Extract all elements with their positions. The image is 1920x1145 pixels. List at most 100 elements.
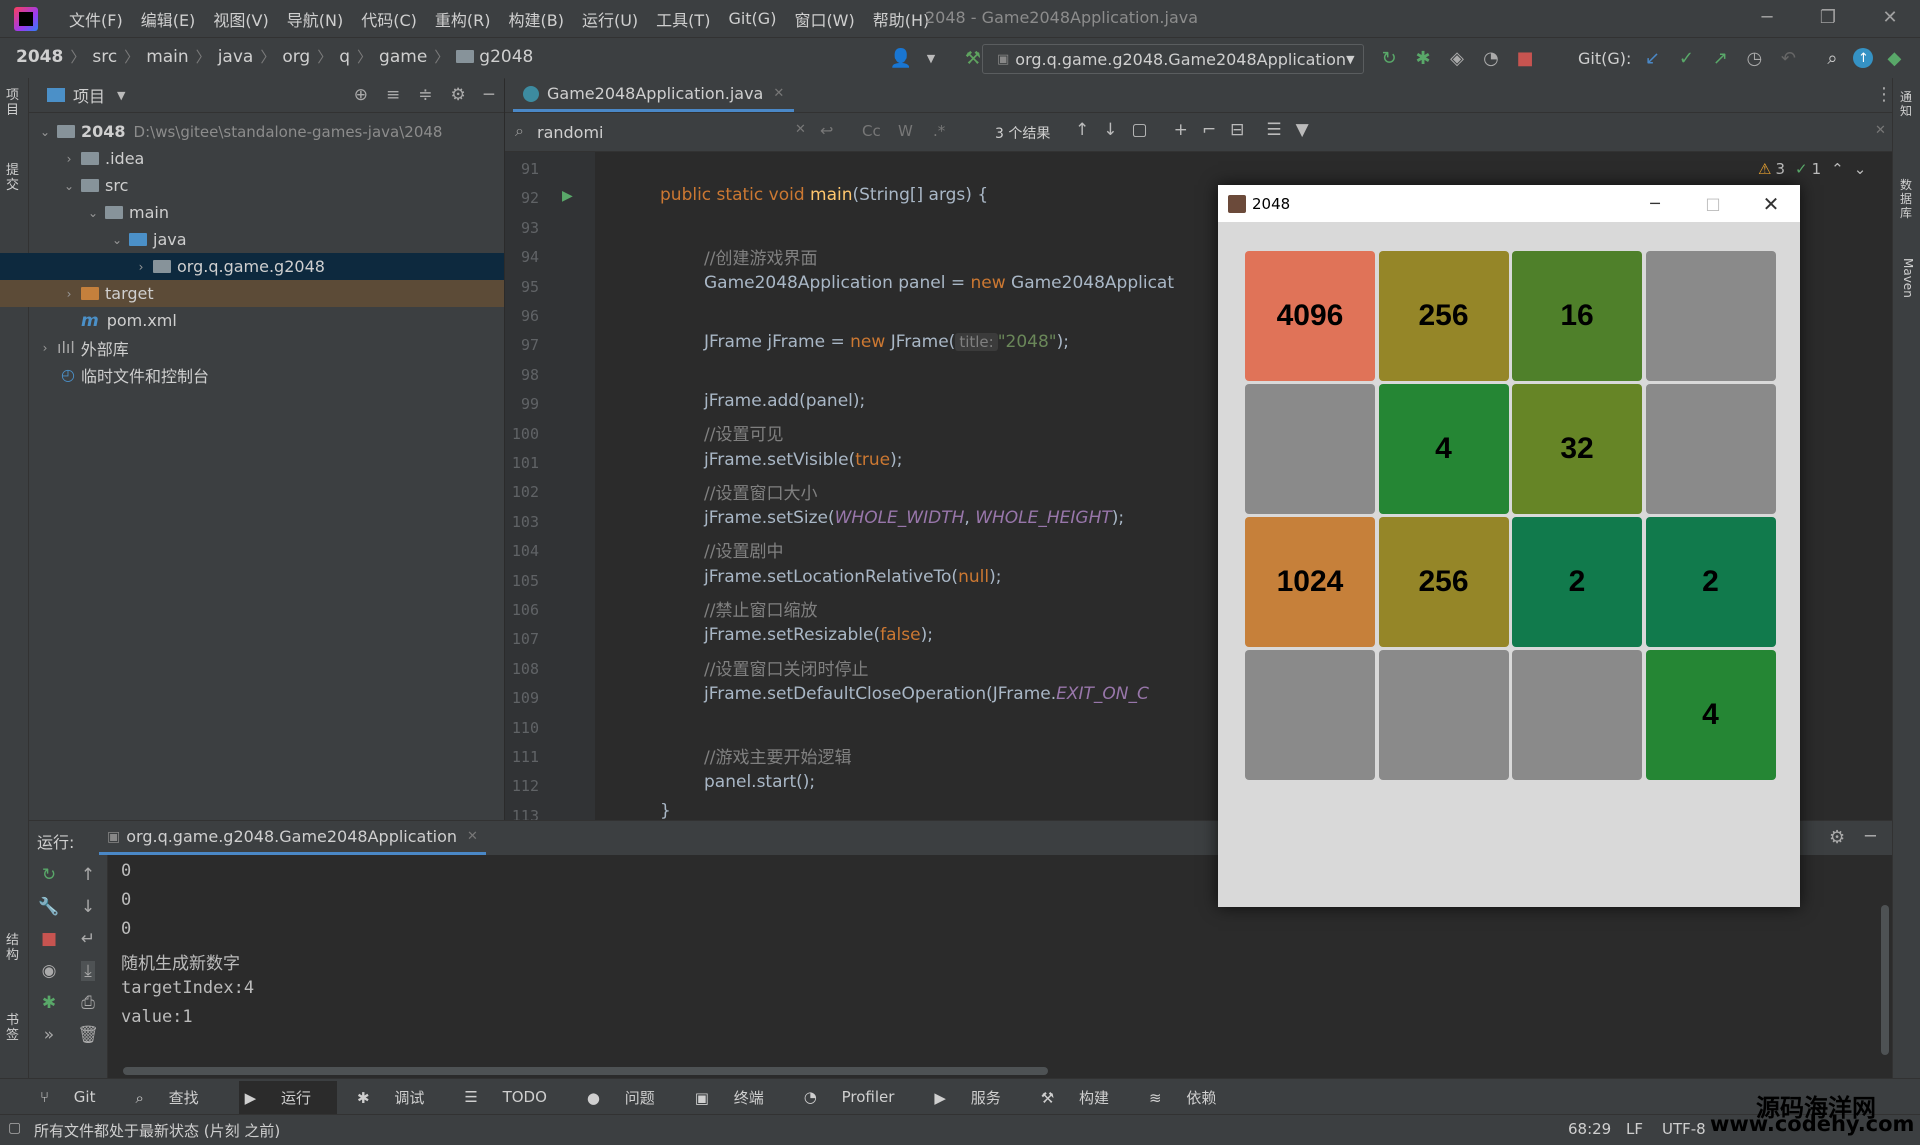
code-line-105[interactable]: jFrame.setLocationRelativeTo(null); — [704, 567, 1001, 587]
chevron-right-icon[interactable]: › — [61, 287, 77, 301]
select-all-occurrences-icon[interactable]: ⊟ — [1230, 120, 1244, 140]
vertical-scrollbar[interactable] — [1881, 905, 1889, 1055]
chevron-down-icon[interactable]: ⌄ — [61, 179, 77, 193]
tree-item-idea[interactable]: › .idea — [29, 145, 504, 172]
code-line-99[interactable]: jFrame.add(panel); — [704, 391, 865, 411]
filter-icon[interactable]: ▼ — [1296, 120, 1309, 140]
plugin-icon[interactable]: ◆ — [1881, 45, 1907, 71]
more-icon[interactable]: ⋮ — [1875, 84, 1893, 105]
status-toggle-icon[interactable]: ▢ — [8, 1120, 21, 1136]
tree-item-java[interactable]: ⌄ java — [29, 226, 504, 253]
toolwindow-debug[interactable]: ✱ 调试 — [357, 1087, 444, 1108]
tree-item-src[interactable]: ⌄ src — [29, 172, 504, 199]
scroll-up-icon[interactable]: ↑ — [81, 865, 95, 885]
expand-all-icon[interactable]: ≡ — [386, 85, 400, 105]
tree-item-main[interactable]: ⌄ main — [29, 199, 504, 226]
minimize-icon[interactable]: ─ — [1747, 4, 1787, 32]
code-line-102[interactable]: //设置窗口大小 — [704, 479, 817, 504]
horizontal-scrollbar[interactable] — [123, 1067, 1048, 1075]
tree-item-target[interactable]: › target — [0, 280, 504, 307]
chevron-right-icon[interactable]: › — [61, 152, 77, 166]
stop-icon[interactable]: ■ — [41, 929, 57, 949]
soft-wrap-icon[interactable]: ↵ — [81, 929, 95, 949]
run-gutter-icon[interactable]: ▶ — [562, 188, 573, 204]
toolwindow-dependencies[interactable]: ≋ 依赖 — [1149, 1087, 1236, 1108]
file-encoding[interactable]: UTF-8 — [1662, 1120, 1706, 1138]
stop-icon[interactable]: ■ — [1512, 45, 1538, 71]
tree-item-package[interactable]: › org.q.game.g2048 — [0, 253, 504, 280]
regex-toggle[interactable]: .* — [933, 122, 945, 140]
debug-icon[interactable]: ✱ — [42, 993, 56, 1013]
code-line-97[interactable]: JFrame jFrame = new JFrame(title: "2048")… — [704, 332, 1069, 352]
menu-item[interactable]: 代码(C) — [352, 7, 426, 31]
profile-icon[interactable]: ◔ — [1478, 45, 1504, 71]
chevron-down-icon[interactable]: ▼ — [117, 89, 125, 102]
toolwindow-build[interactable]: ⚒ 构建 — [1041, 1087, 1129, 1108]
chevron-down-icon[interactable]: ▼ — [918, 45, 944, 71]
whole-word-toggle[interactable]: W — [898, 122, 913, 140]
locate-icon[interactable]: ⊕ — [354, 85, 368, 105]
menu-item[interactable]: 导航(N) — [278, 7, 352, 31]
wrench-icon[interactable]: 🔧 — [38, 897, 59, 917]
match-case-toggle[interactable]: Cc — [862, 122, 881, 140]
gear-icon[interactable]: ⚙ — [1829, 827, 1845, 848]
code-line-104[interactable]: //设置剧中 — [704, 537, 783, 562]
toolwindow-todo[interactable]: ☰ TODO — [464, 1088, 567, 1106]
next-occurrence-icon[interactable]: ↓ — [1103, 120, 1117, 140]
menu-item[interactable]: 重构(R) — [426, 7, 500, 31]
close-icon[interactable]: ✕ — [773, 86, 784, 101]
chevron-right-icon[interactable]: › — [133, 260, 149, 274]
code-line-100[interactable]: //设置可见 — [704, 420, 783, 445]
previous-occurrence-icon[interactable]: ↑ — [1075, 120, 1089, 140]
strip-database[interactable]: 数据库 — [1900, 178, 1914, 220]
toolwindow-run[interactable]: ▶ 运行 — [238, 1080, 337, 1114]
menu-item[interactable]: 视图(V) — [204, 7, 277, 31]
run-configuration-select[interactable]: ▣ org.q.game.g2048.Game2048Application ▼ — [982, 44, 1364, 74]
strip-maven[interactable]: Maven — [1901, 258, 1915, 298]
tree-item-root[interactable]: ⌄ 2048 D:\ws\gitee\standalone-games-java… — [29, 118, 504, 145]
git-push-icon[interactable]: ↗ — [1707, 45, 1733, 71]
close-icon[interactable]: ✕ — [1875, 123, 1886, 138]
strip-bookmarks[interactable]: 书签 — [6, 1013, 22, 1043]
hide-icon[interactable]: ─ — [1865, 826, 1876, 847]
tab-game2048application[interactable]: Game2048Application.java ✕ — [513, 78, 795, 112]
strip-commit[interactable]: 提交 — [6, 163, 22, 193]
new-line-icon[interactable]: ↩ — [820, 121, 833, 140]
code-line-94[interactable]: //创建游戏界面 — [704, 244, 817, 269]
breadcrumb-item[interactable]: game — [379, 47, 427, 67]
trash-icon[interactable]: 🗑 — [77, 1025, 99, 1045]
toolwindow-find[interactable]: ⌕ 查找 — [135, 1087, 218, 1108]
code-line-101[interactable]: jFrame.setVisible(true); — [704, 450, 903, 470]
breadcrumb-item[interactable]: org — [282, 47, 310, 67]
breadcrumb-item[interactable]: q — [339, 47, 350, 67]
tree-item-scratches[interactable]: ◴ 临时文件和控制台 — [29, 361, 504, 388]
coverage-icon[interactable]: ◈ — [1444, 45, 1470, 71]
code-line-111[interactable]: //游戏主要开始逻辑 — [704, 743, 851, 768]
code-line-106[interactable]: //禁止窗口缩放 — [704, 596, 817, 621]
select-all-icon[interactable]: ▢ — [1132, 120, 1148, 140]
breadcrumb-item[interactable]: 2048 — [16, 47, 63, 67]
toolwindow-problems[interactable]: ● 问题 — [587, 1087, 675, 1108]
collapse-all-icon[interactable]: ≑ — [418, 85, 432, 105]
git-commit-icon[interactable]: ✓ — [1673, 45, 1699, 71]
code-line-92[interactable]: public static void main(String[] args) { — [660, 185, 988, 205]
menu-item[interactable]: 文件(F) — [60, 7, 132, 31]
close-icon[interactable]: ✕ — [1742, 192, 1800, 216]
update-icon[interactable]: ↑ — [1853, 48, 1874, 68]
toolwindow-services[interactable]: ▶ 服务 — [934, 1087, 1020, 1108]
scroll-to-end-icon[interactable]: ⤓ — [81, 961, 95, 981]
menu-item[interactable]: 运行(U) — [573, 7, 647, 31]
menu-item[interactable]: 编辑(E) — [132, 7, 205, 31]
print-icon[interactable]: ⎙ — [81, 993, 95, 1013]
strip-notifications[interactable]: 通知 — [1900, 90, 1914, 118]
breadcrumb-item[interactable]: main — [146, 47, 188, 67]
gear-icon[interactable]: ⚙ — [451, 85, 466, 105]
toolwindow-profiler[interactable]: ◔ Profiler — [804, 1088, 915, 1106]
line-separator[interactable]: LF — [1626, 1120, 1643, 1138]
inspection-widget[interactable]: ⚠ 3 ✓ 1 ⌃ ⌄ — [1758, 160, 1866, 178]
scroll-down-icon[interactable]: ↓ — [81, 897, 95, 917]
chevron-down-icon[interactable]: ⌄ — [85, 206, 101, 220]
toolwindow-git[interactable]: ⑂ Git — [40, 1088, 115, 1106]
code-line-95[interactable]: Game2048Application panel = new Game2048… — [704, 273, 1174, 293]
chevron-down-icon[interactable]: ⌄ — [1854, 160, 1867, 178]
